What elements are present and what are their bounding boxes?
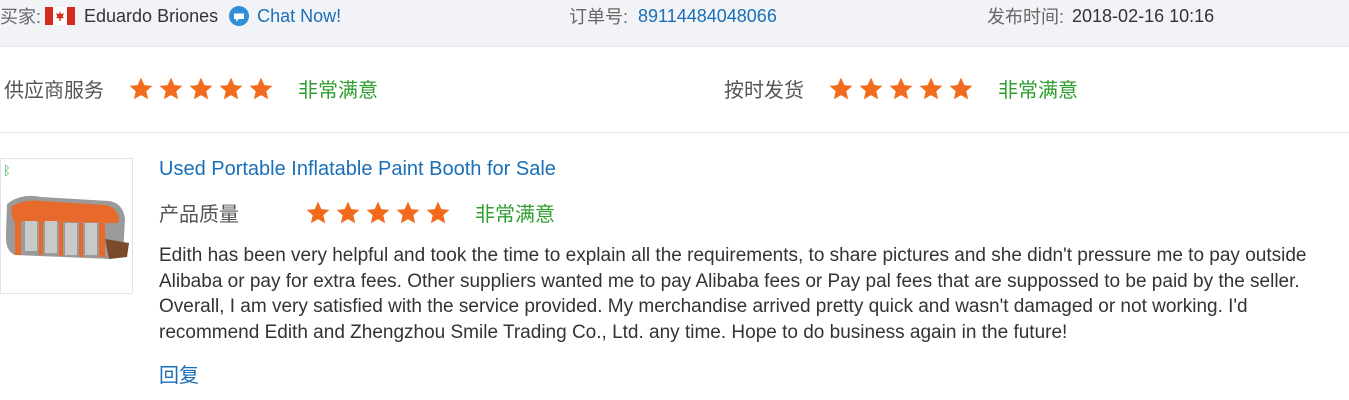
rating-text: 非常满意 xyxy=(298,80,378,102)
supplier-ratings: 供应商服务 非常满意 按时发货 非常满意 xyxy=(0,64,1349,118)
supplier-service-label: 供应商服务 xyxy=(4,80,104,102)
star-rating xyxy=(305,200,455,226)
publish-info: 发布时间: 2018-02-16 10:16 xyxy=(987,4,1214,28)
buyer-label: 买家: xyxy=(0,7,42,27)
publish-label: 发布时间: xyxy=(987,7,1065,27)
star-icon xyxy=(888,76,914,102)
rating-text: 非常满意 xyxy=(475,204,555,226)
svg-text:ᛒ: ᛒ xyxy=(3,164,11,179)
on-time-shipping-rating: 按时发货 非常满意 xyxy=(724,74,1078,103)
star-rating xyxy=(128,76,278,102)
review-header: 买家: Eduardo Briones Chat Now! 订单号: 89114… xyxy=(0,0,1349,47)
rating-text: 非常满意 xyxy=(998,80,1078,102)
supplier-service-rating: 供应商服务 非常满意 xyxy=(4,74,378,103)
buyer-name: Eduardo Briones xyxy=(84,5,219,26)
star-icon xyxy=(158,76,184,102)
star-icon xyxy=(128,76,154,102)
chat-now-label[interactable]: Chat Now! xyxy=(257,6,341,27)
chat-bubble-icon xyxy=(229,6,250,26)
reply-link[interactable]: 回复 xyxy=(159,359,199,388)
buyer-info: 买家: Eduardo Briones Chat Now! xyxy=(0,4,341,28)
product-thumbnail[interactable]: ᛒ xyxy=(0,158,133,294)
on-time-label: 按时发货 xyxy=(724,80,804,102)
publish-time: 2018-02-16 10:16 xyxy=(1072,5,1215,26)
star-icon xyxy=(248,76,274,102)
star-icon xyxy=(425,200,451,226)
star-icon xyxy=(828,76,854,102)
star-icon xyxy=(188,76,214,102)
canada-flag-icon xyxy=(45,7,76,25)
chat-now-link[interactable]: Chat Now! xyxy=(228,5,341,27)
star-icon xyxy=(365,200,391,226)
product-quality-rating: 产品质量 非常满意 xyxy=(159,198,555,227)
star-icon xyxy=(395,200,421,226)
star-icon xyxy=(305,200,331,226)
star-icon xyxy=(918,76,944,102)
star-rating xyxy=(828,76,978,102)
star-icon xyxy=(858,76,884,102)
review-text: Edith has been very helpful and took the… xyxy=(159,245,1307,343)
inflatable-booth-image: ᛒ xyxy=(3,164,129,259)
order-number-link[interactable]: 89114484048066 xyxy=(638,6,777,27)
star-icon xyxy=(335,200,361,226)
star-icon xyxy=(218,76,244,102)
star-icon xyxy=(948,76,974,102)
divider xyxy=(0,132,1349,133)
order-label: 订单号: xyxy=(569,7,629,27)
product-quality-label: 产品质量 xyxy=(159,204,239,226)
product-title-link[interactable]: Used Portable Inflatable Paint Booth for… xyxy=(159,158,556,181)
order-info: 订单号: 89114484048066 xyxy=(569,4,777,28)
